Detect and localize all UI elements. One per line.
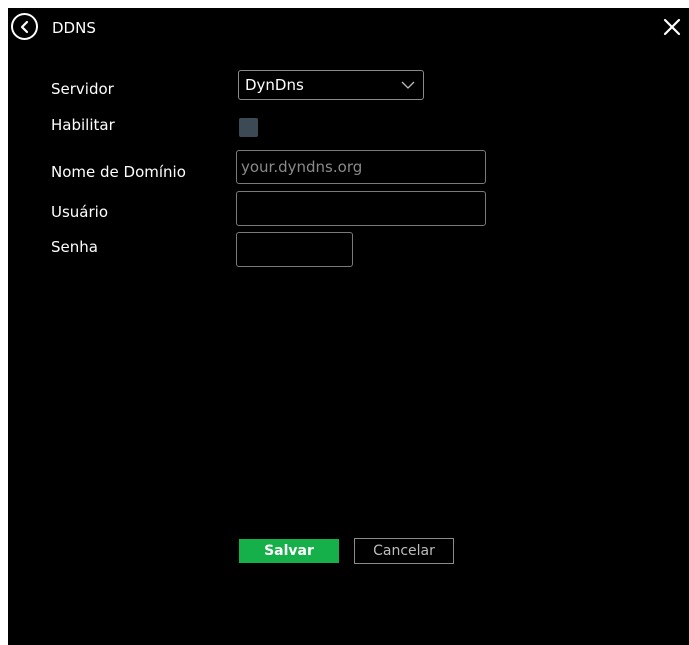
user-label: Usuário — [51, 203, 109, 221]
chevron-down-icon — [401, 81, 415, 89]
ddns-dialog: DDNS Servidor DynDns Habilitar Nome de D… — [8, 8, 689, 645]
server-select[interactable]: DynDns — [238, 70, 424, 100]
domain-input[interactable] — [236, 150, 486, 184]
cancel-button[interactable]: Cancelar — [354, 538, 454, 564]
dialog-title: DDNS — [52, 19, 96, 37]
server-label: Servidor — [51, 80, 114, 98]
user-input[interactable] — [236, 191, 486, 226]
enable-checkbox[interactable] — [239, 118, 258, 137]
enable-label: Habilitar — [51, 116, 115, 134]
password-label: Senha — [51, 238, 98, 256]
password-input[interactable] — [236, 232, 353, 267]
server-select-value: DynDns — [245, 76, 304, 94]
save-button[interactable]: Salvar — [239, 539, 339, 563]
domain-label: Nome de Domínio — [51, 163, 186, 181]
back-circle-icon — [20, 20, 28, 33]
close-icon — [663, 18, 681, 36]
back-button[interactable] — [11, 13, 38, 40]
close-button[interactable] — [663, 18, 681, 36]
